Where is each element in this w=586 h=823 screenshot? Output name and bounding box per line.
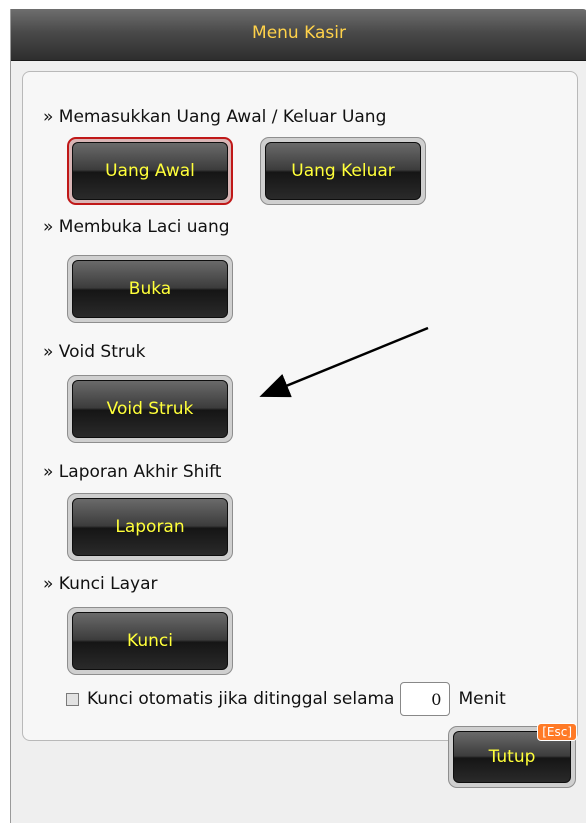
section-label-void: » Void Struk xyxy=(43,342,146,362)
dialog-title: Menu Kasir xyxy=(11,9,586,61)
auto-lock-row: Kunci otomatis jika ditinggal selama 0 M… xyxy=(66,682,506,716)
void-struk-label: Void Struk xyxy=(72,380,228,438)
auto-lock-unit: Menit xyxy=(458,689,506,709)
uang-awal-label: Uang Awal xyxy=(72,142,228,200)
kunci-label: Kunci xyxy=(72,612,228,670)
kunci-button[interactable]: Kunci xyxy=(67,607,233,675)
auto-lock-minutes-input[interactable]: 0 xyxy=(400,682,451,716)
laporan-button[interactable]: Laporan xyxy=(67,493,233,561)
cashier-menu-dialog: Menu Kasir » Memasukkan Uang Awal / Kelu… xyxy=(10,9,586,823)
uang-keluar-button[interactable]: Uang Keluar xyxy=(260,137,426,205)
void-struk-button[interactable]: Void Struk xyxy=(67,375,233,443)
uang-awal-button[interactable]: Uang Awal xyxy=(67,137,233,205)
section-label-lock: » Kunci Layar xyxy=(43,574,158,594)
buka-button[interactable]: Buka xyxy=(67,255,233,323)
esc-shortcut-badge: [Esc] xyxy=(537,723,577,741)
laporan-label: Laporan xyxy=(72,498,228,556)
buka-label: Buka xyxy=(72,260,228,318)
auto-lock-checkbox[interactable] xyxy=(66,692,79,706)
section-label-drawer: » Membuka Laci uang xyxy=(43,217,230,237)
section-label-report: » Laporan Akhir Shift xyxy=(43,462,222,482)
section-label-cash: » Memasukkan Uang Awal / Keluar Uang xyxy=(43,107,387,127)
auto-lock-text: Kunci otomatis jika ditinggal selama xyxy=(87,689,395,709)
tutup-button[interactable]: Tutup [Esc] xyxy=(448,723,577,788)
uang-keluar-label: Uang Keluar xyxy=(265,142,421,200)
